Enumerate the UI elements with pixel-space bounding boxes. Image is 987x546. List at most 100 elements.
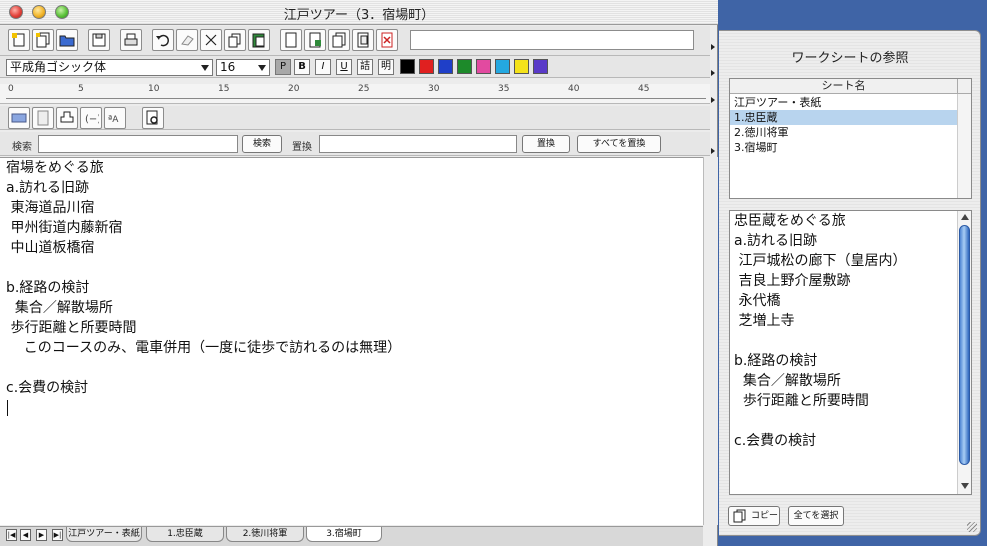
search-button[interactable]: 検索	[242, 135, 282, 153]
resize-grip-icon[interactable]	[967, 522, 977, 532]
sheet-list-header-end	[957, 79, 971, 94]
ruler-mark: 45	[638, 84, 650, 94]
condense-button[interactable]: 詰	[357, 59, 373, 75]
sheet-list: シート名 江戸ツアー・表紙 1.忠臣蔵 2.徳川将軍 3.宿場町	[729, 78, 972, 199]
prev-sheet-button[interactable]: ◀	[20, 529, 31, 541]
insert-page-button[interactable]	[304, 29, 326, 51]
open-folder-button[interactable]	[56, 29, 78, 51]
editor-line: c.会費の検討	[6, 380, 89, 396]
ruler-mark: 20	[288, 84, 300, 94]
ruler-mark: 40	[568, 84, 580, 94]
sheet-list-item[interactable]: 江戸ツアー・表紙	[730, 95, 957, 110]
sheet-list-item-selected[interactable]: 1.忠臣蔵	[730, 110, 957, 125]
replace-input[interactable]	[319, 135, 517, 153]
page-copy-button[interactable]	[352, 29, 374, 51]
sheet-list-scrollbar[interactable]	[957, 94, 971, 198]
copy-button-label: コピー	[751, 511, 779, 521]
toolbar-overflow-arrow[interactable]	[711, 148, 715, 154]
font-size-value: 16	[220, 60, 236, 74]
bracket-icon: (−)	[85, 114, 99, 125]
tab-cover[interactable]: 江戸ツアー・表紙	[66, 527, 142, 542]
calculator-button[interactable]	[32, 107, 54, 129]
editor-line: 宿場をめぐる旅	[6, 160, 104, 176]
editor-scrollbar[interactable]	[703, 157, 718, 525]
duplicate-page-button[interactable]	[328, 29, 350, 51]
color-swatch-cyan[interactable]	[495, 59, 510, 74]
new-document-button[interactable]	[8, 29, 30, 51]
ruler-baseline	[6, 98, 706, 99]
blank-page-button[interactable]	[280, 29, 302, 51]
tab-shukuba[interactable]: 3.宿場町	[306, 527, 382, 542]
sheet-list-item[interactable]: 2.徳川将軍	[730, 125, 957, 140]
plain-style-button[interactable]: P	[275, 59, 291, 75]
editor-line: このコースのみ、電車併用（一度に徒歩で訪れるのは無理）	[6, 340, 402, 356]
tab-tokugawa[interactable]: 2.徳川将軍	[226, 527, 304, 542]
scroll-up-arrow-icon[interactable]	[961, 214, 969, 220]
text-editor[interactable]: 宿場をめぐる旅 a.訪れる旧跡 東海道品川宿 甲州街道内藤新宿 中山道板橋宿 b…	[0, 157, 703, 525]
last-sheet-button[interactable]: ▶|	[52, 529, 63, 541]
new-sheet-icon	[36, 32, 50, 48]
sheet-list-header[interactable]: シート名	[730, 79, 957, 94]
editor-line: b.経路の検討	[6, 280, 90, 296]
color-swatch-black[interactable]	[400, 59, 415, 74]
new-sheet-button[interactable]	[32, 29, 54, 51]
ruler: 0 5 10 15 20 25 30 35 40 45	[0, 84, 710, 104]
format-toolbar: 平成角ゴシック体 16 P B I U 詰 明	[0, 56, 710, 78]
replace-all-button[interactable]: すべてを置換	[577, 135, 661, 153]
color-swatch-custom[interactable]	[533, 59, 548, 74]
bracket-button[interactable]: (−)	[80, 107, 102, 129]
save-button[interactable]	[88, 29, 110, 51]
editor-line: 集合／解散場所	[6, 300, 113, 316]
color-swatch-yellow[interactable]	[514, 59, 529, 74]
toolbar-overflow-arrow[interactable]	[711, 44, 715, 50]
main-window: 江戸ツアー（3．宿場町） 平成角ゴシック体 16 P B I U 詰 明 0 5…	[0, 0, 718, 546]
color-swatch-green[interactable]	[457, 59, 472, 74]
scissors-icon	[205, 34, 217, 46]
tab-chushingura[interactable]: 1.忠臣蔵	[146, 527, 224, 542]
delete-page-icon	[381, 32, 393, 48]
replace-button[interactable]: 置換	[522, 135, 570, 153]
toolbar-overflow-arrow[interactable]	[711, 97, 715, 103]
font-size-select[interactable]: 16	[216, 59, 270, 76]
color-swatch-pink[interactable]	[476, 59, 491, 74]
replace-label: 置換	[292, 142, 312, 153]
drawer-title: ワークシートの参照	[791, 51, 909, 66]
preview-scrollbar[interactable]	[957, 211, 971, 494]
color-swatch-red[interactable]	[419, 59, 434, 74]
toolbar-overflow-arrow[interactable]	[711, 70, 715, 76]
scroll-down-arrow-icon[interactable]	[961, 483, 969, 489]
preview-scroll-thumb[interactable]	[959, 225, 970, 465]
mail-merge-button[interactable]	[8, 107, 30, 129]
undo-button[interactable]	[152, 29, 174, 51]
copy-page-icon	[733, 509, 746, 523]
first-sheet-button[interactable]: |◀	[6, 529, 17, 541]
copy-button[interactable]: コピー	[728, 506, 780, 526]
underline-button[interactable]: U	[336, 59, 352, 75]
font-family-select[interactable]: 平成角ゴシック体	[6, 59, 213, 76]
italic-button[interactable]: I	[315, 59, 331, 75]
title-bar[interactable]: 江戸ツアー（3．宿場町）	[0, 0, 718, 25]
print-button[interactable]	[120, 29, 142, 51]
color-swatch-blue[interactable]	[438, 59, 453, 74]
bold-button[interactable]: B	[294, 59, 310, 75]
search-input[interactable]	[38, 135, 238, 153]
address-field[interactable]	[410, 30, 694, 50]
furigana-button[interactable]: ªA	[104, 107, 126, 129]
stamp-button[interactable]	[56, 107, 78, 129]
editor-line: 東海道品川宿	[6, 200, 95, 216]
text-caret	[7, 400, 8, 416]
magnifier-page-icon	[146, 110, 158, 125]
paste-button[interactable]	[248, 29, 270, 51]
preview-button[interactable]	[142, 107, 164, 129]
sheet-preview: 忠臣蔵をめぐる旅 a.訪れる旧跡 江戸城松の廊下（皇居内） 吉良上野介屋敷跡 永…	[729, 210, 972, 495]
cut-button[interactable]	[200, 29, 222, 51]
sheet-list-item[interactable]: 3.宿場町	[730, 140, 957, 155]
mincho-button[interactable]: 明	[378, 59, 394, 75]
eraser-button[interactable]	[176, 29, 198, 51]
select-all-button[interactable]: 全てを選択	[788, 506, 844, 526]
next-sheet-button[interactable]: ▶	[36, 529, 47, 541]
delete-page-button[interactable]	[376, 29, 398, 51]
copy-button-toolbar[interactable]	[224, 29, 246, 51]
sheet-tab-bar: |◀ ◀ ▶ ▶| 江戸ツアー・表紙 1.忠臣蔵 2.徳川将軍 3.宿場町	[0, 526, 703, 546]
preview-line: 忠臣蔵をめぐる旅	[734, 213, 846, 229]
